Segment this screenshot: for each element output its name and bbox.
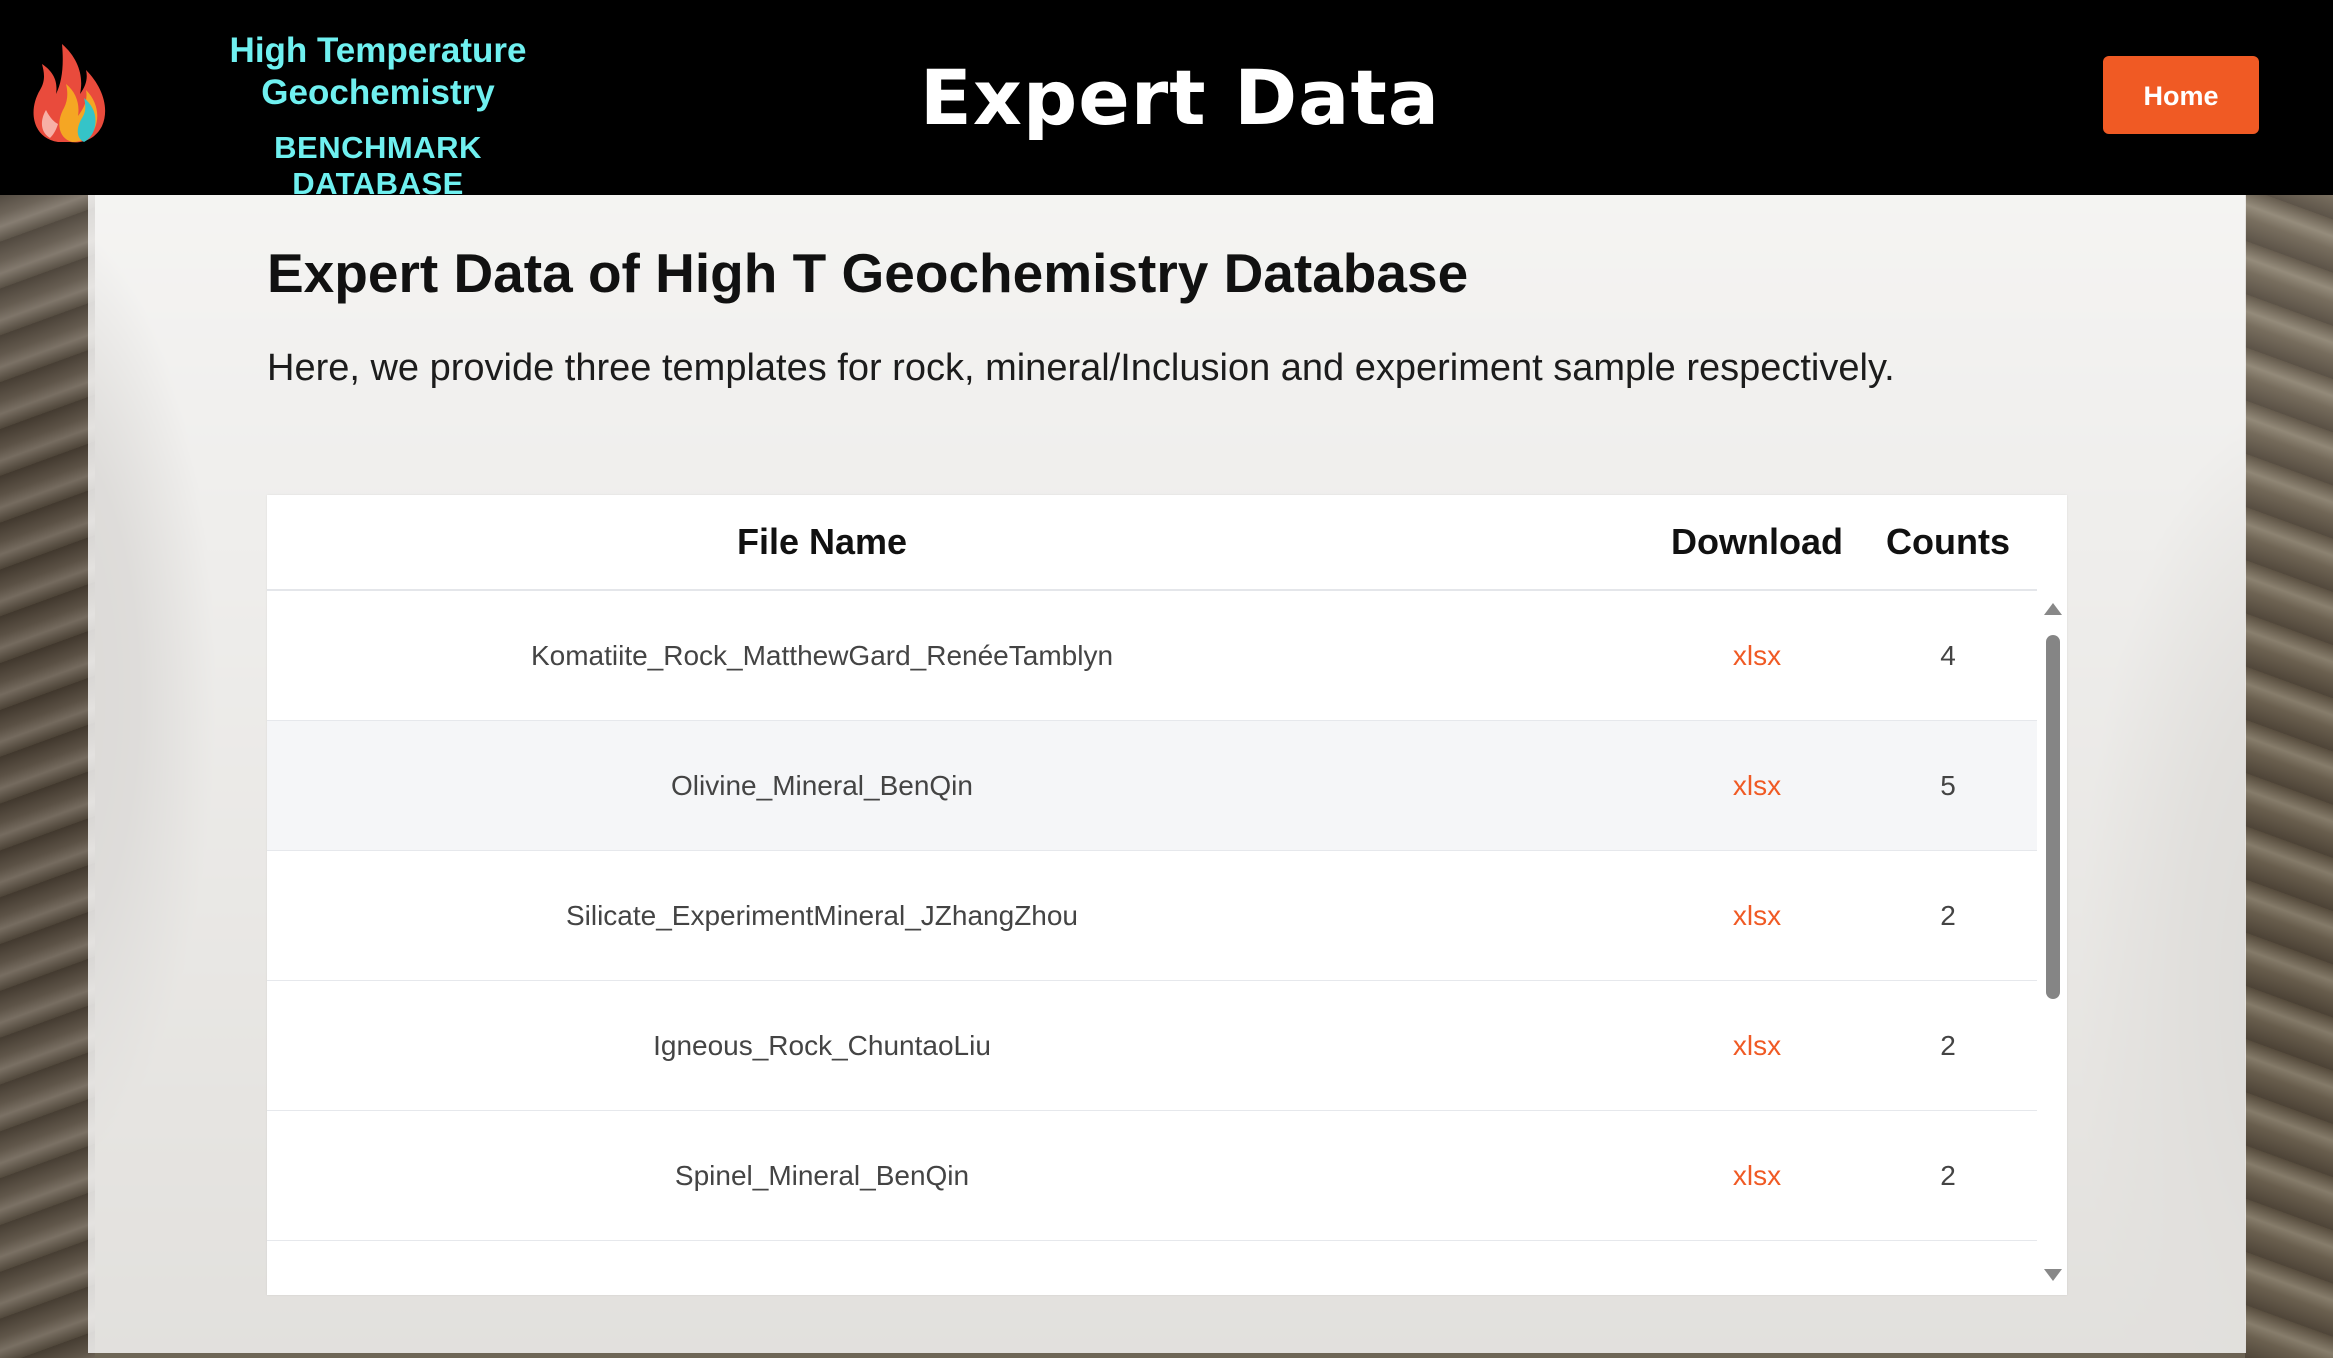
table-row: Igneous_Rock_ChuntaoLiu xlsx 2 — [267, 981, 2037, 1111]
file-name-cell: Olivine_Mineral_BenQin — [671, 770, 973, 801]
scroll-down-arrow-icon[interactable] — [2044, 1269, 2062, 1281]
file-name-cell: Igneous_Rock_ChuntaoLiu — [653, 1030, 991, 1061]
count-cell: 2 — [1940, 1030, 1956, 1061]
download-link[interactable]: xlsx — [1733, 770, 1781, 801]
table-scrollbar[interactable] — [2037, 591, 2067, 1295]
table-row: Silicate_ExperimentMineral_JZhangZhou xl… — [267, 851, 2037, 981]
page-title: Expert Data of High T Geochemistry Datab… — [267, 242, 1469, 304]
file-name-cell: Silicate_ExperimentMineral_JZhangZhou — [565, 900, 1079, 931]
home-button[interactable]: Home — [2103, 56, 2259, 134]
table-row: Spinel_Mineral_BenQin xlsx 2 — [267, 1111, 2037, 1241]
rock-cliff-right — [2245, 195, 2333, 1358]
table-body[interactable]: Komatiite_Rock_MatthewGard_RenéeTamblyn … — [267, 591, 2037, 1295]
download-link[interactable]: xlsx — [1733, 1290, 1781, 1295]
brand-line-1: High Temperature — [229, 31, 527, 70]
file-name-cell: Spinel_Mineral_BenQin — [674, 1160, 970, 1191]
table-row: Komatiite_Rock_MatthewGard_RenéeTamblyn … — [267, 591, 2037, 721]
download-link[interactable]: xlsx — [1733, 640, 1781, 671]
count-cell: 2 — [1940, 1160, 1956, 1191]
download-link[interactable]: xlsx — [1733, 1030, 1781, 1061]
brand-subtitle: BENCHMARK DATABASE — [274, 130, 482, 201]
scrollbar-thumb[interactable] — [2046, 635, 2060, 999]
top-header: High Temperature Geochemistry BENCHMARK … — [0, 0, 2333, 201]
page-description: Here, we provide three templates for roc… — [267, 347, 1895, 389]
rock-cliff-left — [0, 195, 95, 1358]
page-heading: Expert Data — [919, 53, 1441, 142]
download-link[interactable]: xlsx — [1733, 1160, 1781, 1191]
brand-line-2: Geochemistry — [261, 73, 495, 112]
count-cell: 2 — [1940, 900, 1956, 931]
brand-title: High Temperature Geochemistry BENCHMARK … — [188, 30, 568, 202]
scroll-up-arrow-icon[interactable] — [2044, 603, 2062, 615]
table-row: Komatiite_Rock_BenQin xlsx 3 — [267, 1241, 2037, 1295]
expert-data-table: File Name Download Counts Komatiite_Rock… — [267, 495, 2067, 1295]
table-row: Olivine_Mineral_BenQin xlsx 5 — [267, 721, 2037, 851]
column-header-counts: Counts — [1886, 521, 2010, 562]
column-header-file-name: File Name — [736, 521, 908, 562]
count-cell: 3 — [1853, 1241, 2037, 1295]
flame-logo-icon[interactable] — [28, 38, 112, 144]
download-link[interactable]: xlsx — [1733, 900, 1781, 931]
count-cell: 5 — [1940, 770, 1956, 801]
table-header: File Name Download Counts — [267, 495, 2037, 591]
file-name-cell: Komatiite_Rock_MatthewGard_RenéeTamblyn — [530, 640, 1114, 671]
count-cell: 4 — [1940, 640, 1956, 671]
content-panel: Expert Data of High T Geochemistry Datab… — [88, 195, 2246, 1353]
file-name-cell: Komatiite_Rock_BenQin — [267, 1241, 1377, 1295]
